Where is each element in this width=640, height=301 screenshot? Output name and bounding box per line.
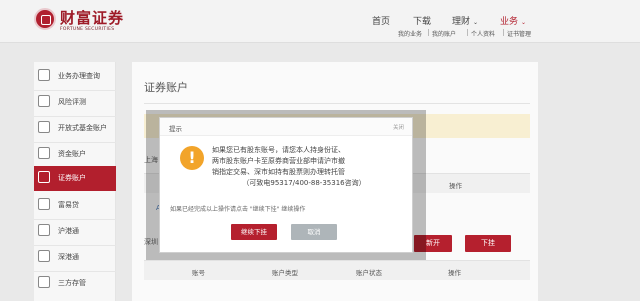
sidebar-item-label: 深港通 bbox=[58, 253, 79, 261]
sidebar-item-label: 证券账户 bbox=[58, 174, 86, 182]
sidebar-item-label: 业务办理查询 bbox=[58, 72, 100, 80]
nav-finance-label: 理财 bbox=[452, 17, 471, 27]
sidebar-item-fuyidai[interactable]: 富易贷 bbox=[34, 193, 116, 218]
sidebar-item-label: 沪港通 bbox=[58, 227, 79, 235]
message-line: 两市股东账户卡至原券商营业部申请沪市撤 bbox=[212, 157, 345, 165]
nav-home[interactable]: 首页 bbox=[372, 14, 390, 27]
brand-name-en: FORTUNE SECURITIES bbox=[60, 27, 115, 32]
dialog-close-button[interactable]: 关闭 bbox=[393, 123, 404, 131]
column-header-status: 账户状态 bbox=[356, 269, 382, 277]
dialog-title: 提示 bbox=[169, 125, 182, 133]
cancel-button[interactable]: 取消 bbox=[291, 224, 337, 240]
attach-account-button[interactable]: 下挂 bbox=[465, 235, 511, 252]
sidebar-item-label: 风险评测 bbox=[58, 98, 86, 106]
sidebar-item-risk-assessment[interactable]: 风险评测 bbox=[34, 90, 116, 115]
grid-icon bbox=[38, 198, 50, 210]
nav-business[interactable]: 业务 ⌄ bbox=[500, 14, 526, 27]
column-header-ops: 操作 bbox=[448, 269, 461, 277]
top-header: 财富证券 FORTUNE SECURITIES 首页 下载 理财 ⌄ 业务 ⌄ 我的… bbox=[0, 0, 640, 43]
sidebar-item-label: 三方存管 bbox=[58, 279, 86, 287]
chevron-down-icon: ⌄ bbox=[473, 19, 479, 26]
sidebar-item-business-query[interactable]: 业务办理查询 bbox=[34, 64, 116, 89]
sidebar-item-label: 资金账户 bbox=[58, 150, 86, 158]
message-line: 如果您已有股东账号，请您本人持身份证、 bbox=[212, 146, 345, 154]
sidebar-item-hk-shenzhen[interactable]: 深港通 bbox=[34, 245, 116, 270]
sidebar-item-hk-shanghai[interactable]: 沪港通 bbox=[34, 219, 116, 244]
bank-icon bbox=[38, 276, 50, 288]
sidebar-item-label: 富易贷 bbox=[58, 201, 79, 209]
dialog-hint: 如果已经完成以上操作请点击 "继续下挂" 继续操作 bbox=[170, 206, 306, 213]
column-header-account: 账号 bbox=[192, 269, 205, 277]
nav-finance[interactable]: 理财 ⌄ bbox=[452, 14, 478, 27]
warning-icon: ! bbox=[180, 146, 204, 170]
subnav-divider bbox=[503, 29, 504, 36]
trend-line-icon bbox=[38, 171, 50, 183]
sidebar-item-label: 开放式基金账户 bbox=[58, 124, 107, 132]
dialog-header: 提示 关闭 bbox=[160, 118, 412, 136]
page-title: 证券账户 bbox=[144, 81, 188, 94]
exchange-icon bbox=[38, 224, 50, 236]
subnav-divider bbox=[428, 29, 429, 36]
divider bbox=[144, 103, 530, 104]
nav-download[interactable]: 下载 bbox=[413, 14, 431, 27]
dialog-message: 如果您已有股东账号，请您本人持身份证、 两市股东账户卡至原券商营业部申请沪市撤 … bbox=[212, 145, 402, 189]
subnav-my-business[interactable]: 我的业务 bbox=[398, 29, 422, 38]
message-line: 销指定交易、深市如持有股票则办理转托管 bbox=[212, 168, 345, 176]
search-doc-icon bbox=[38, 69, 50, 81]
prompt-dialog: 提示 关闭 ! 如果您已有股东账号，请您本人持身份证、 两市股东账户卡至原券商营… bbox=[159, 117, 413, 253]
sidebar-item-capital-account[interactable]: 资金账户 bbox=[34, 142, 116, 167]
chevron-down-icon: ⌄ bbox=[521, 19, 527, 26]
sidebar-item-third-party-custody[interactable]: 三方存管 bbox=[34, 271, 116, 296]
gauge-icon bbox=[38, 95, 50, 107]
brand-name: 财富证券 bbox=[60, 9, 125, 27]
sidebar-item-fund-account[interactable]: 开放式基金账户 bbox=[34, 116, 116, 141]
subnav-profile[interactable]: 个人资料 bbox=[471, 29, 495, 38]
column-header-ops: 操作 bbox=[449, 182, 462, 190]
sidebar: 业务办理查询 风险评测 开放式基金账户 资金账户 证券账户 富易贷 沪港通 深港… bbox=[34, 62, 116, 301]
bar-chart-icon bbox=[38, 121, 50, 133]
message-line: （可致电95317/400-88-35316咨询） bbox=[242, 179, 366, 187]
subnav-my-account[interactable]: 我的账户 bbox=[432, 29, 456, 38]
subnav-certificates[interactable]: 证书管理 bbox=[507, 29, 531, 38]
exchange-icon bbox=[38, 250, 50, 262]
column-header-type: 账户类型 bbox=[272, 269, 298, 277]
nav-business-label: 业务 bbox=[500, 17, 519, 27]
sidebar-item-securities-account[interactable]: 证券账户 bbox=[34, 166, 116, 191]
shenzhen-table-header: 账号 账户类型 账户状态 操作 bbox=[144, 260, 530, 280]
brand-logo-icon[interactable] bbox=[34, 8, 56, 30]
subnav-divider bbox=[467, 29, 468, 36]
coin-icon bbox=[38, 147, 50, 159]
continue-attach-button[interactable]: 继续下挂 bbox=[231, 224, 277, 240]
